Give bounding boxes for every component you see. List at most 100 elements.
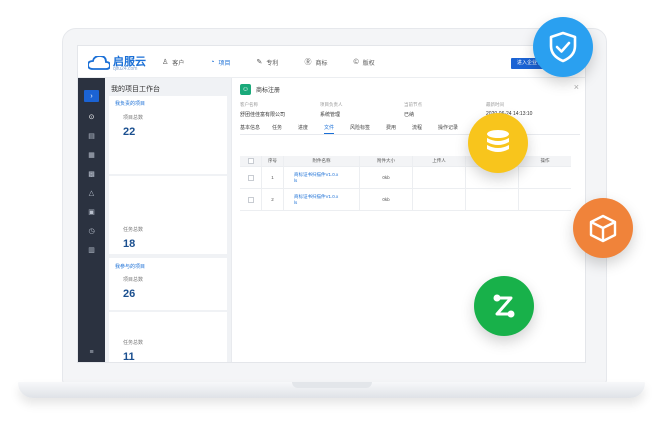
copyright-icon: © [353,58,359,66]
cube-badge [573,198,633,258]
expand-sidebar-button[interactable]: › [84,90,99,102]
sidebar-item-apps[interactable]: ▩ [84,168,99,180]
info-value: 系统管理 [320,112,341,118]
cloud-logo-icon [88,56,110,70]
sidebar-item-dashboard[interactable]: ⊙ [84,111,99,123]
tab-basic-info[interactable]: 基本信息 [240,124,260,131]
project-name: 商标注册 [256,88,281,94]
info-owner: 项目负责人 系统管理 [320,102,343,118]
nav-item-trademark[interactable]: Ⓡ 商标 [304,57,327,67]
nav-label: 商标 [315,60,328,67]
main-nav: ♙ 客户 ◔ 项目 ✎ 专利 Ⓡ 商标 © 版权 [162,57,401,67]
info-node: 当前节点 已纳 [404,102,422,118]
select-all-checkbox[interactable] [247,158,254,164]
managed-tasks-count: 18 [123,238,136,250]
database-icon [487,130,509,152]
nav-item-customer[interactable]: ♙ 客户 [162,57,184,67]
tab-tasks[interactable]: 任务 [272,124,282,131]
table-row: 2 商标证书扫描件V1.0.x ls 0kb [240,189,571,211]
clock-icon: ◷ [88,228,95,235]
logo-subtext: qifu24.com [113,66,138,72]
actions-cell [519,189,571,210]
share-icon [493,294,515,318]
table-row: 1 商标证书扫描件V1.0.x ls 0kb [240,167,571,189]
sidebar-item-trash[interactable]: ▥ [84,244,99,256]
tab-risk-tags[interactable]: 风险标签 [350,124,370,131]
task-total-label: 任务总数 [123,340,144,346]
row-checkbox[interactable] [247,174,254,181]
info-customer: 客户名称 舒团佳佳富有限公司 [240,102,285,118]
info-key: 最新时间 [486,102,504,107]
shield-check-icon [549,31,577,63]
nav-item-patent[interactable]: ✎ 专利 [257,57,279,67]
person-icon: ☺ [241,86,250,93]
row-checkbox[interactable] [247,196,254,203]
workbench-title: 我的项目工作台 [111,86,160,93]
joined-tasks-card[interactable]: 任务总数 11 [109,312,227,363]
project-total-label: 项目总数 [123,115,144,121]
sidebar-item-documents[interactable]: ▤ [84,130,99,142]
nav-label: 项目 [218,60,231,67]
warning-icon: △ [88,190,95,197]
sidebar-item-bag[interactable]: ▣ [84,206,99,218]
joined-tasks-count: 11 [123,351,135,363]
column-header: 序号 [262,156,284,166]
info-key: 项目负责人 [320,102,343,107]
sidebar-item-clock[interactable]: ◷ [84,225,99,237]
attachment-link[interactable]: 商标证书扫描件V1.0.x ls [284,167,360,188]
info-key: 客户名称 [240,102,258,107]
logo[interactable]: 启服云 qifu24.com [88,52,158,74]
joined-projects-card[interactable]: 我参与的项目 项目总数 26 [109,258,227,310]
attachment-name: 商标证书扫描件V1.0.x [294,171,339,177]
nav-item-project[interactable]: ◔ 项目 [210,57,230,67]
section-label-managed: 我负责的项目 [115,101,146,107]
cube-icon [589,214,617,243]
column-header: 操作 [540,158,550,163]
managed-projects-card[interactable]: 我负责的项目 项目总数 22 [109,96,227,174]
attachment-size: 0kb [360,189,413,210]
info-value: 已纳 [404,112,415,118]
sidebar-item-warning[interactable]: △ [84,187,99,199]
collapse-menu-button[interactable]: ≡ [84,346,99,358]
apps-icon: ▩ [88,171,95,178]
top-bar: 启服云 qifu24.com ♙ 客户 ◔ 项目 ✎ 专利 Ⓡ 商标 © 版权 [78,46,585,78]
nav-label: 客户 [172,60,185,67]
column-header: 上传人 [413,156,466,166]
tab-workflow[interactable]: 流程 [412,124,422,131]
panel-header: ☺ 商标注册 [240,84,280,95]
shield-badge [533,17,593,77]
tab-operation-log[interactable]: 操作记录 [438,124,458,131]
laptop-notch [292,382,372,388]
sidebar-item-grid[interactable]: ▦ [84,149,99,161]
close-icon[interactable]: × [574,82,579,92]
database-badge [468,113,528,173]
attachment-name-ext: ls [294,177,298,183]
bag-icon: ▣ [88,209,95,216]
grid-icon: ▦ [88,152,95,159]
project-detail-panel: ☺ 商标注册 × 客户名称 舒团佳佳富有限公司 项目负责人 系统管理 当前节点 … [231,78,585,362]
managed-tasks-card[interactable]: 任务总数 18 [109,176,227,254]
trademark-icon: Ⓡ [304,59,312,66]
nav-label: 版权 [362,60,375,67]
row-checkbox-cell [240,189,262,210]
attachments-table: 序号 附件名称 附件大小 上传人 上传时间 操作 1 商标证书扫描件V1.0.x… [240,156,571,211]
tab-progress[interactable]: 进度 [298,124,308,131]
info-value: 舒团佳佳富有限公司 [240,112,286,118]
project-workbench: 我的项目工作台 我负责的项目 项目总数 22 任务总数 18 我参与的项目 项目… [105,78,231,363]
share-badge [474,276,534,336]
info-key: 当前节点 [404,102,422,107]
task-total-label: 任务总数 [123,227,144,233]
project-icon: ◔ [210,58,215,66]
tab-fees[interactable]: 费用 [386,124,396,131]
tab-files[interactable]: 文件 [324,124,335,134]
attachment-size: 0kb [360,167,413,188]
patent-icon: ✎ [256,59,263,66]
row-index: 2 [262,189,284,210]
column-header: 附件大小 [360,156,413,166]
menu-collapse-icon: ≡ [89,348,94,356]
nav-label: 专利 [266,60,279,67]
nav-item-copyright[interactable]: © 版权 [353,57,374,67]
dashboard-icon: ⊙ [88,114,95,121]
attachment-link[interactable]: 商标证书扫描件V1.0.x ls [284,189,360,210]
managed-projects-count: 22 [123,126,136,138]
